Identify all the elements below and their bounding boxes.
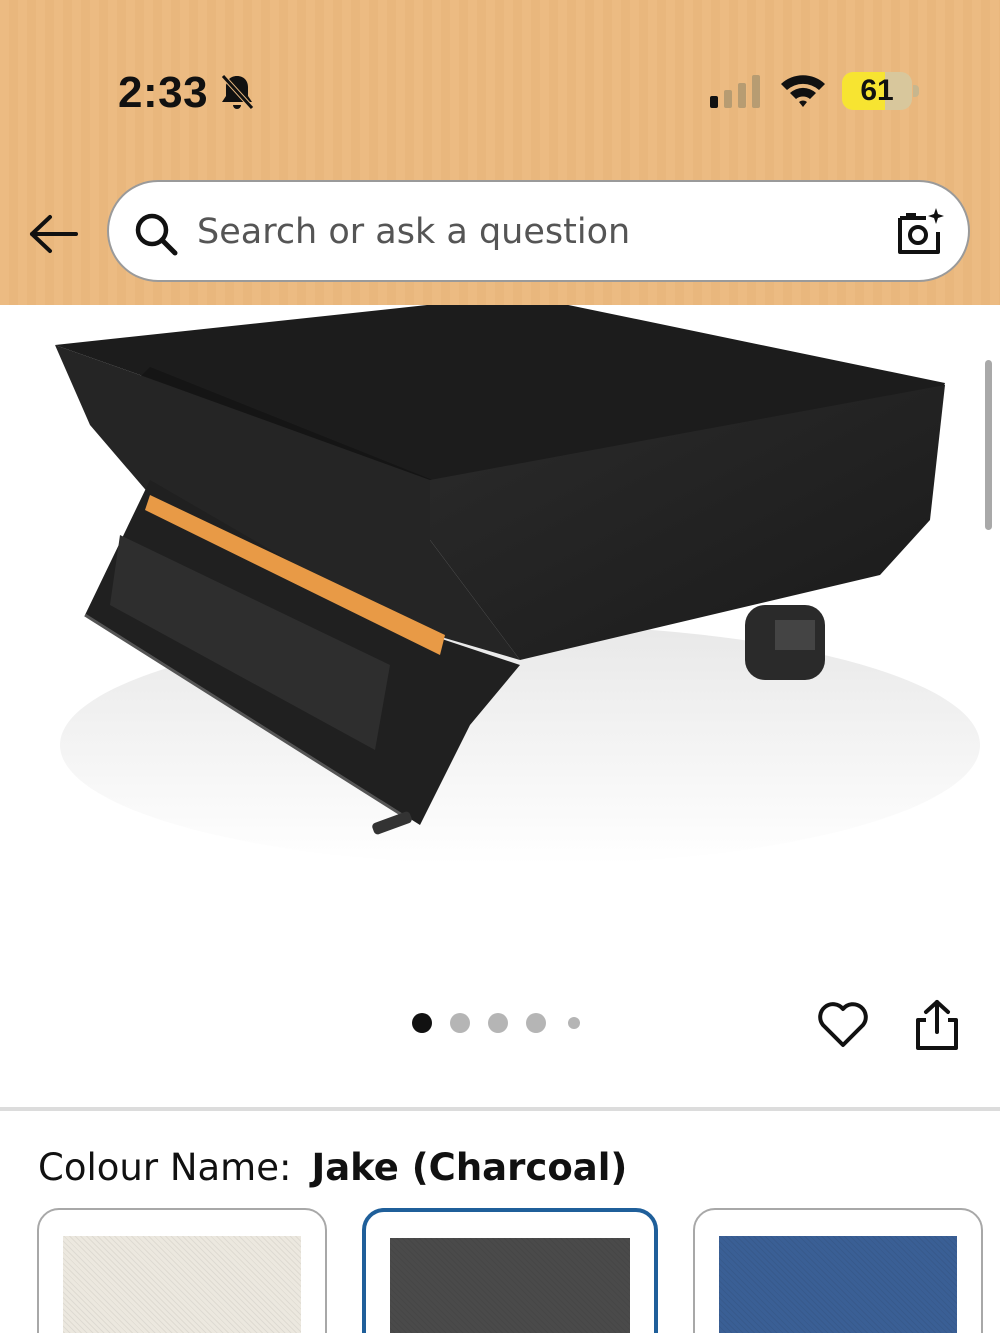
swatch-fabric [63,1236,301,1333]
colour-label: Colour Name: [38,1146,292,1189]
search-bar[interactable] [107,180,970,282]
cellular-signal-icon [710,75,760,108]
selected-colour-name: Jake (Charcoal) [311,1146,628,1189]
search-icon [135,213,178,256]
battery-body: 61 [842,72,912,110]
swatch-fabric [719,1236,957,1333]
bassinet-product-image [55,295,980,865]
battery-cap [913,85,919,97]
app-header: 2:33 61 [0,0,1000,305]
carousel-dot[interactable] [488,1013,508,1033]
wifi-icon [781,75,825,107]
product-image[interactable] [0,295,1000,995]
back-arrow-icon[interactable] [28,212,80,256]
section-divider [0,1107,1000,1111]
carousel-dot[interactable] [526,1013,546,1033]
camera-lens-icon[interactable] [892,204,948,260]
heart-icon[interactable] [816,997,870,1051]
colour-swatch-3[interactable] [693,1208,983,1333]
carousel-dot[interactable] [412,1013,432,1033]
battery-icon: 61 [842,72,920,110]
search-input[interactable] [197,204,837,260]
colour-selector-heading: Colour Name: Jake (Charcoal) [38,1146,627,1189]
battery-percentage: 61 [860,74,894,107]
carousel-dot[interactable] [568,1017,580,1029]
bell-slash-icon [221,74,254,110]
colour-swatch-1[interactable] [37,1208,327,1333]
scrollbar[interactable] [985,360,992,530]
carousel-dot[interactable] [450,1013,470,1033]
colour-swatch-2[interactable] [362,1208,658,1333]
share-icon[interactable] [912,998,962,1052]
swatch-fabric [390,1238,630,1333]
status-time: 2:33 [118,68,209,117]
